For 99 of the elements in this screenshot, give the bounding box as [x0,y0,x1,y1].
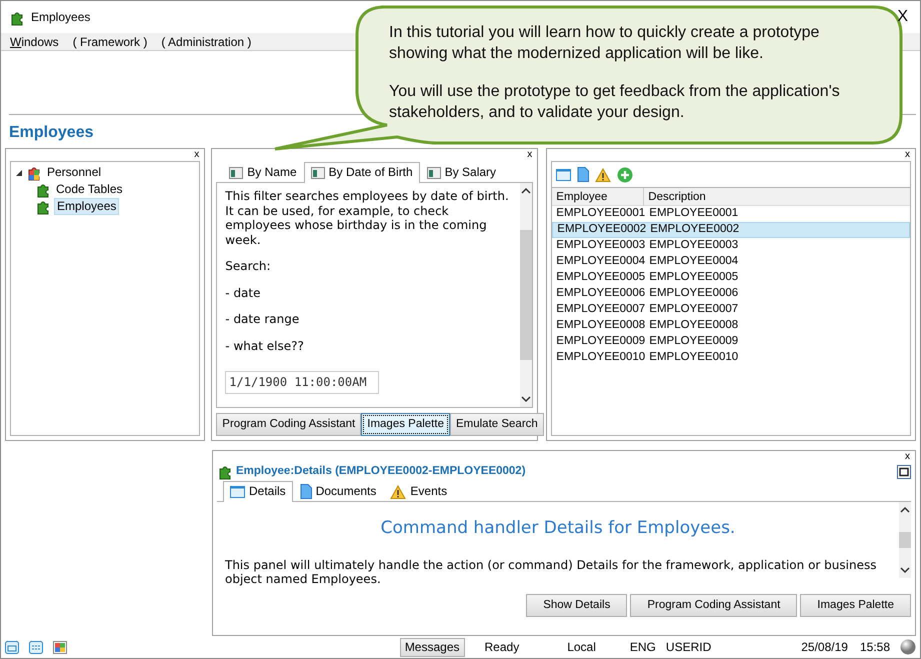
description-text: Search: [225,259,272,274]
details-tab[interactable]: Events [383,481,454,502]
window-icon [230,485,245,498]
column-header[interactable]: Description [644,188,910,206]
filter-button[interactable]: Emulate Search [450,413,544,436]
expanded-triangle-icon[interactable] [15,168,23,176]
warning-icon [390,484,406,499]
grid-icon [310,166,325,178]
description-text: - date range [225,312,300,326]
table-cell-text: EMPLOYEE0004 [556,254,646,270]
status-text: Local [567,639,596,656]
tree-item[interactable]: Employees [54,198,120,215]
date-field[interactable]: 1/1/1900 11:00:00AM [225,371,380,394]
details-heading: Command handler Details for Employees. [380,517,736,540]
scroll-up-icon[interactable] [900,506,910,514]
status-text: USERID [666,639,712,656]
warning-icon[interactable] [595,168,612,182]
window-icon[interactable] [5,640,19,654]
table-cell-text: EMPLOYEE0002 [557,222,648,238]
tree-item[interactable]: Personnel [45,165,104,180]
scroll-up-icon[interactable] [521,187,532,194]
filter-tab[interactable]: By Date of Birth [304,162,420,183]
add-icon[interactable] [617,166,634,182]
details-button[interactable]: Show Details [526,594,628,618]
filter-tab[interactable]: By Name [222,162,304,182]
grid-icon [426,166,441,178]
calendar-icon[interactable] [29,640,43,654]
close-icon[interactable]: x [547,149,915,161]
description-text: This filter searches employees by date of birth. It can be used, for example, to check employees whose birthday is in the coming week. [225,189,510,247]
details-tab[interactable]: Details [223,481,293,502]
table-cell-text: EMPLOYEE0006 [649,286,738,302]
table-row[interactable]: EMPLOYEE0004 EMPLOYEE0004 [552,254,910,270]
menu-item[interactable]: Windows [10,32,59,50]
tree-item[interactable]: Code Tables [54,182,124,197]
scroll-thumb[interactable] [899,532,911,548]
scrollbar[interactable] [520,183,532,407]
window-icon[interactable] [556,168,572,181]
filter-button[interactable]: Images Palette [361,413,450,436]
callout-text: In this tutorial you will learn how to quickly create a prototype showing what the modernized application will be like. [389,23,820,64]
table-row[interactable]: EMPLOYEE0008 EMPLOYEE0008 [552,318,910,334]
filter-button[interactable]: Program Coding Assistant [216,413,362,436]
table-cell-text: EMPLOYEE0003 [649,238,738,254]
scrollbar[interactable] [899,502,911,578]
details-title: Employee:Details (EMPLOYEE0002-EMPLOYEE0002) [236,464,526,479]
table-cell-text: EMPLOYEE0008 [556,318,646,334]
table-cell-text: EMPLOYEE0007 [649,302,738,318]
table-row[interactable]: EMPLOYEE0005 EMPLOYEE0005 [552,270,910,286]
details-button[interactable]: Program Coding Assistant [630,594,798,618]
description-text: - what else?? [225,338,305,353]
table-cell-text: EMPLOYEE0009 [556,334,646,350]
table-row[interactable]: EMPLOYEE0010 EMPLOYEE0010 [552,350,910,366]
table-cell-text: EMPLOYEE0009 [649,334,738,350]
messages-button[interactable]: Messages [400,638,465,656]
document-icon[interactable] [577,167,590,182]
status-time: 15:58 [860,639,890,656]
menu-item[interactable]: ( Framework ) [72,32,148,50]
table-row[interactable]: EMPLOYEE0001 EMPLOYEE0001 [552,206,910,222]
scroll-down-icon[interactable] [900,567,910,574]
scroll-down-icon[interactable] [521,396,532,403]
filter-tab[interactable]: By Salary [420,162,504,182]
table-row[interactable]: EMPLOYEE0002 EMPLOYEE0002 [552,222,910,238]
table-cell-text: EMPLOYEE0006 [556,286,646,302]
close-icon[interactable]: x [212,149,538,161]
close-icon[interactable]: x [6,149,204,161]
document-icon [300,484,312,500]
menu-item[interactable]: ( Administration ) [161,32,252,50]
window-title: Employees [31,9,90,26]
details-button[interactable]: Images Palette [800,594,911,618]
table-cell-text: EMPLOYEE0002 [650,222,740,238]
table-cell-text: EMPLOYEE0003 [556,238,646,254]
table-cell-text: EMPLOYEE0005 [649,270,738,286]
tiles-icon[interactable] [53,640,67,654]
scroll-thumb[interactable] [520,230,532,360]
table-row[interactable]: EMPLOYEE0006 EMPLOYEE0006 [552,286,910,302]
table-cell-text: EMPLOYEE0010 [556,350,646,366]
status-text: ENG [630,639,656,656]
details-tab[interactable]: Documents [292,481,384,502]
table-cell-text: EMPLOYEE0008 [649,318,738,334]
column-header[interactable]: Employee [552,188,644,206]
callout-text: You will use the prototype to get feedback from the application's stakeholders, and to validate your design. [389,82,841,123]
table-cell-text: EMPLOYEE0007 [556,302,646,318]
description-text: - date [225,286,262,300]
table-row[interactable]: EMPLOYEE0007 EMPLOYEE0007 [552,302,910,318]
table-row[interactable]: EMPLOYEE0009 EMPLOYEE0009 [552,334,910,350]
status-text: Ready [484,639,520,656]
close-button[interactable]: X [897,5,908,29]
table-cell-text: EMPLOYEE0004 [649,254,738,270]
details-text: This panel will ultimately handle the action (or command) Details for the framework, application or business object named Employees. [225,558,878,587]
page-title: Employees [9,124,94,141]
close-icon[interactable]: x [213,451,915,463]
grid-icon [229,166,244,178]
table-row[interactable]: EMPLOYEE0003 EMPLOYEE0003 [552,238,910,254]
maximize-icon[interactable] [897,464,911,479]
table-cell-text: EMPLOYEE0005 [556,270,646,286]
globe-icon [900,639,916,655]
table-cell-text: EMPLOYEE0001 [649,206,738,222]
table-cell-text: EMPLOYEE0010 [649,350,738,366]
status-date: 25/08/19 [801,639,848,656]
table-cell-text: EMPLOYEE0001 [556,206,646,222]
